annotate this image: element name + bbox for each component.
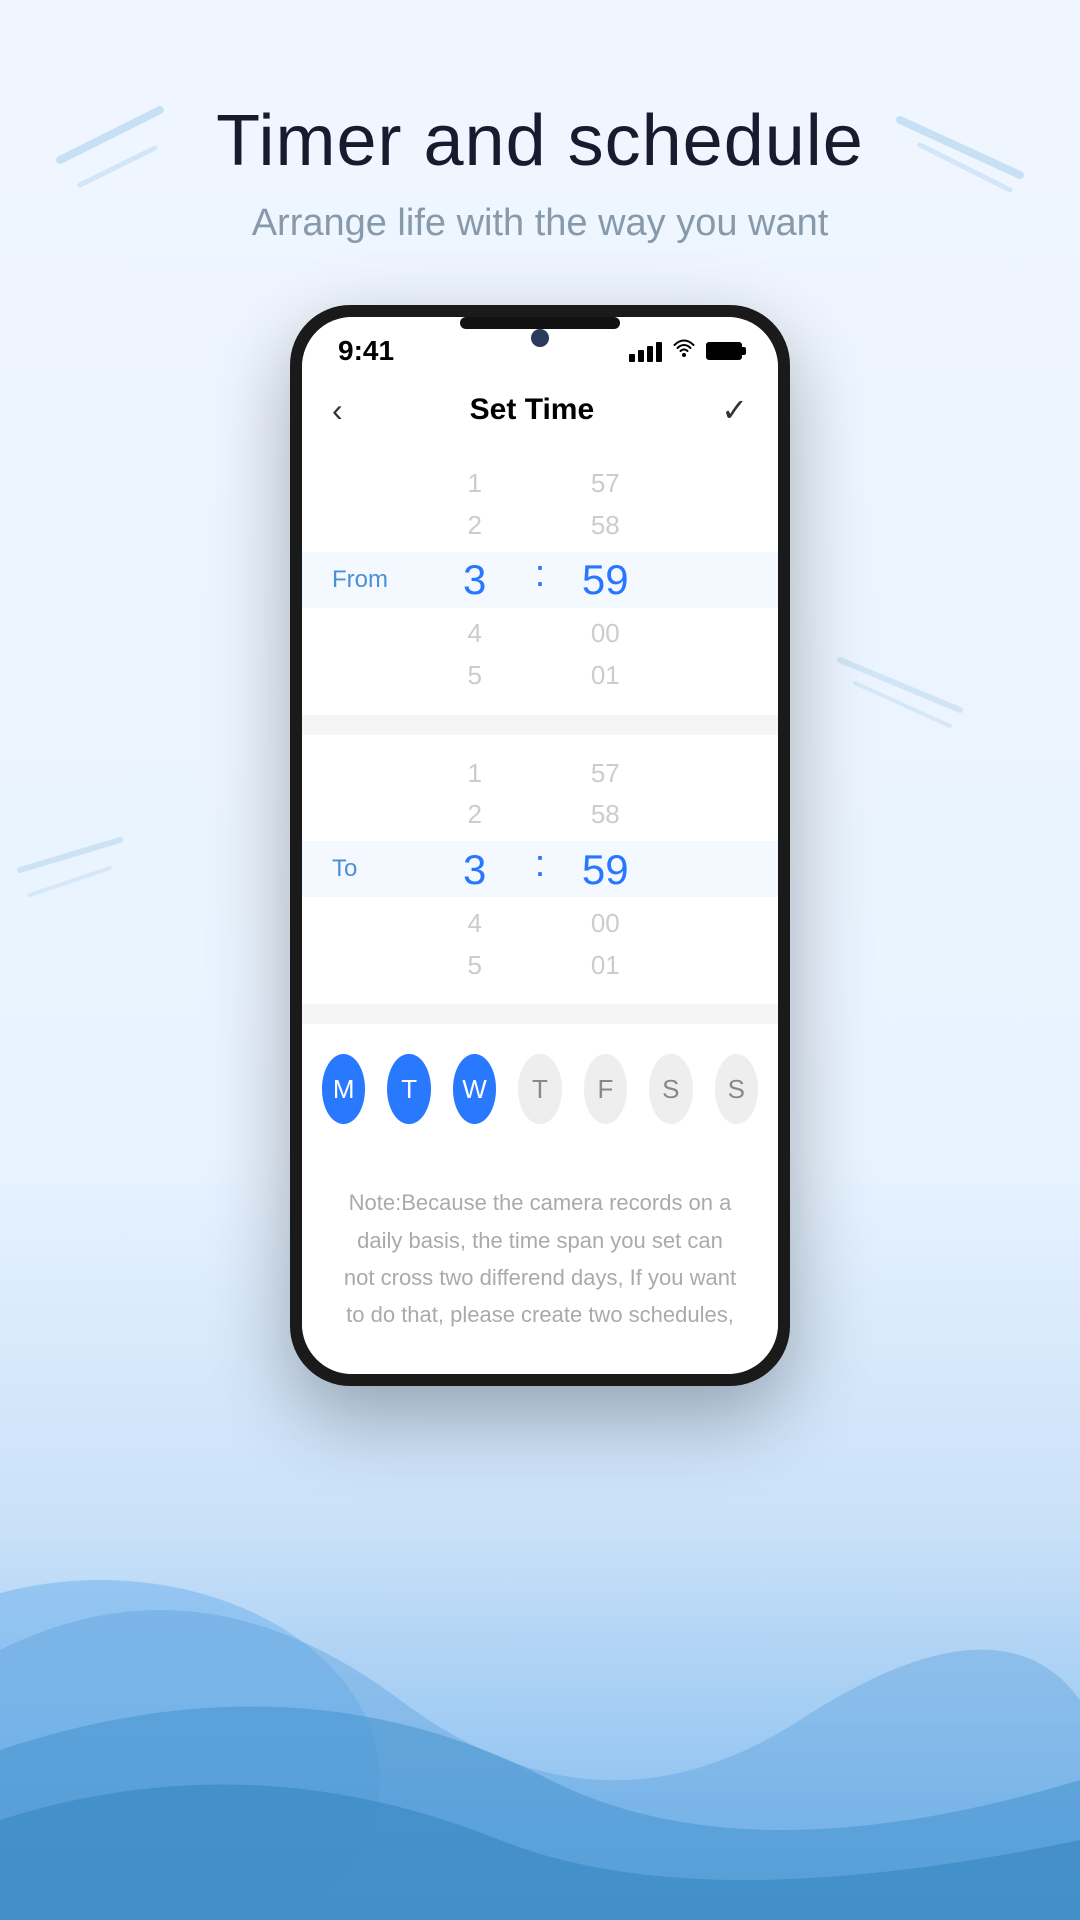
- app-header: ‹ Set Time ✓: [302, 375, 778, 445]
- to-hour-column[interactable]: 1 2 3 4 5: [425, 753, 525, 987]
- to-hour-5: 5: [425, 945, 525, 987]
- day-friday[interactable]: F: [584, 1054, 627, 1124]
- battery-icon: [706, 342, 742, 360]
- from-hour-4: 4: [425, 613, 525, 655]
- day-saturday[interactable]: S: [649, 1054, 692, 1124]
- page-subtitle: Arrange life with the way you want: [216, 202, 864, 245]
- from-picker-row[interactable]: From 1 2 3 4 5 : 57: [302, 455, 778, 705]
- from-hour-selected: 3: [425, 546, 525, 613]
- back-button[interactable]: ‹: [332, 392, 343, 429]
- from-min-selected: 59: [555, 546, 655, 613]
- to-min-00: 00: [555, 903, 655, 945]
- from-picker-columns: 1 2 3 4 5 : 57 58 59 00: [425, 463, 656, 697]
- to-picker-section: To 1 2 3 4 5 : 57: [302, 735, 778, 1005]
- status-icons: [629, 338, 742, 364]
- day-sunday[interactable]: S: [715, 1054, 758, 1124]
- phone-screen: 9:41: [302, 317, 778, 1374]
- from-min-57: 57: [555, 463, 655, 505]
- from-picker-section: From 1 2 3 4 5 : 57: [302, 445, 778, 715]
- day-selector: M T W T F S S: [302, 1024, 778, 1154]
- day-thursday[interactable]: T: [518, 1054, 561, 1124]
- note-section: Note:Because the camera records on a dai…: [302, 1154, 778, 1374]
- from-hour-column[interactable]: 1 2 3 4 5: [425, 463, 525, 697]
- section-divider-1: [302, 715, 778, 735]
- status-time: 9:41: [338, 335, 394, 367]
- signal-icon: [629, 340, 662, 362]
- to-minute-column[interactable]: 57 58 59 00 01: [555, 753, 655, 987]
- from-min-01: 01: [555, 655, 655, 697]
- to-hour-2: 2: [425, 794, 525, 836]
- note-text: Note:Because the camera records on a dai…: [342, 1184, 738, 1334]
- page-title: Timer and schedule: [216, 100, 864, 182]
- from-hour-5: 5: [425, 655, 525, 697]
- wifi-icon: [672, 338, 696, 364]
- day-tuesday[interactable]: T: [387, 1054, 430, 1124]
- to-label: To: [332, 855, 357, 883]
- to-picker-columns: 1 2 3 4 5 : 57 58 59 00: [425, 753, 656, 987]
- screen-title: Set Time: [470, 393, 595, 427]
- from-label: From: [332, 566, 388, 594]
- section-divider-2: [302, 1004, 778, 1024]
- from-min-58: 58: [555, 505, 655, 547]
- phone-notch: [460, 317, 620, 329]
- from-separator: :: [525, 553, 556, 596]
- phone-mockup: 9:41: [290, 305, 790, 1386]
- day-monday[interactable]: M: [322, 1054, 365, 1124]
- confirm-button[interactable]: ✓: [721, 391, 748, 429]
- from-hour-2: 2: [425, 505, 525, 547]
- phone-camera: [531, 329, 549, 347]
- from-hour-1: 1: [425, 463, 525, 505]
- to-min-01: 01: [555, 945, 655, 987]
- to-min-selected: 59: [555, 836, 655, 903]
- to-min-57: 57: [555, 753, 655, 795]
- to-picker-row[interactable]: To 1 2 3 4 5 : 57: [302, 745, 778, 995]
- from-min-00: 00: [555, 613, 655, 655]
- to-hour-1: 1: [425, 753, 525, 795]
- from-minute-column[interactable]: 57 58 59 00 01: [555, 463, 655, 697]
- to-min-58: 58: [555, 794, 655, 836]
- to-hour-selected: 3: [425, 836, 525, 903]
- day-wednesday[interactable]: W: [453, 1054, 496, 1124]
- to-separator: :: [525, 843, 556, 886]
- to-hour-4: 4: [425, 903, 525, 945]
